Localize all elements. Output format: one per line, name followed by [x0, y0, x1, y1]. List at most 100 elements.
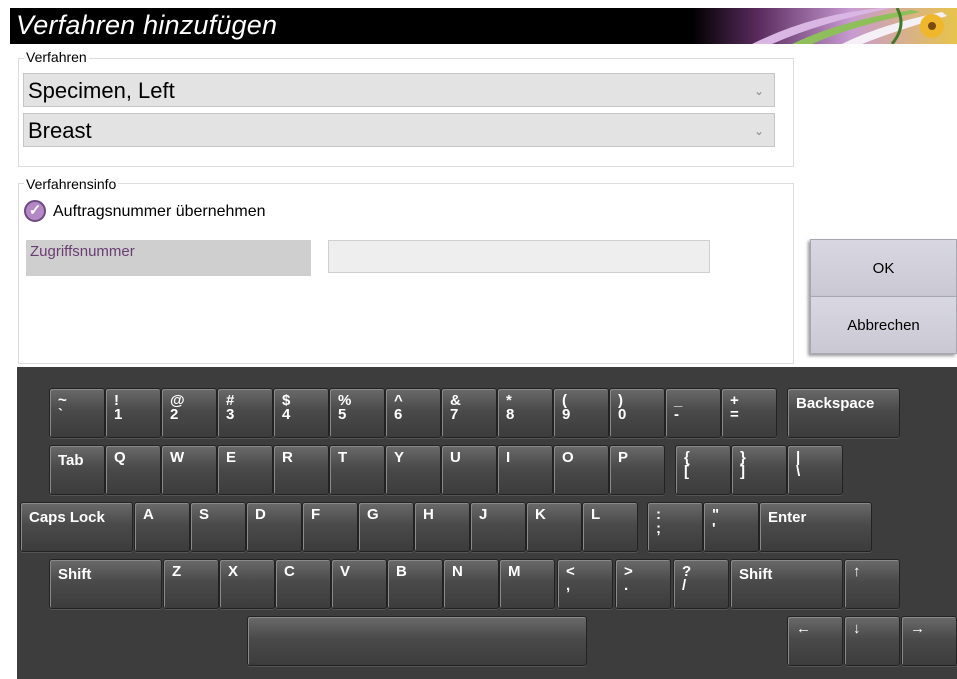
key-shift-symbol: {	[684, 449, 690, 466]
key-base-symbol: 8	[506, 406, 515, 423]
key-d[interactable]: D	[246, 502, 302, 552]
enter-key-label: Enter	[768, 509, 807, 526]
key-p-label: P	[618, 449, 629, 466]
key-d-label: D	[255, 506, 266, 523]
arrow-up-key[interactable]: ↑	[844, 559, 900, 609]
backspace-key-label: Backspace	[796, 395, 875, 412]
key-0[interactable]: ) 0	[609, 388, 665, 438]
key-8[interactable]: * 8	[497, 388, 553, 438]
key-'[interactable]: " '	[703, 502, 759, 552]
key-h[interactable]: H	[414, 502, 470, 552]
key-f[interactable]: F	[302, 502, 358, 552]
key-q[interactable]: Q	[105, 445, 161, 495]
key-b-label: B	[396, 563, 407, 580]
key-n[interactable]: N	[443, 559, 499, 609]
shift-key[interactable]: Shift	[730, 559, 843, 609]
key-4[interactable]: $4	[273, 388, 329, 438]
title-bar: Verfahren hinzufügen	[10, 8, 957, 44]
key-[[interactable]: {[	[675, 445, 731, 495]
chevron-down-icon: ⌄	[753, 124, 764, 138]
key-z[interactable]: Z	[163, 559, 219, 609]
arrow-up-key-label: ↑	[853, 563, 861, 580]
accession-number-input[interactable]	[328, 240, 710, 273]
key-base-symbol: 2	[170, 406, 179, 423]
key-x[interactable]: X	[219, 559, 275, 609]
key-base-symbol: -	[674, 406, 679, 423]
tab-key[interactable]: Tab	[49, 445, 105, 495]
procedure-select[interactable]: Specimen, Left ⌄	[23, 73, 775, 107]
key-base-symbol: '	[712, 520, 716, 537]
key-i[interactable]: I	[497, 445, 553, 495]
key-,[interactable]: <,	[557, 559, 613, 609]
key-j[interactable]: J	[470, 502, 526, 552]
backspace-key[interactable]: Backspace	[787, 388, 900, 438]
key-`[interactable]: ~ `	[49, 388, 105, 438]
key-][interactable]: }]	[731, 445, 787, 495]
key-.[interactable]: >.	[615, 559, 671, 609]
use-order-number-label: Auftragsnummer übernehmen	[53, 203, 266, 220]
enter-key[interactable]: Enter	[759, 502, 872, 552]
key-z-label: Z	[172, 563, 182, 580]
key-c[interactable]: C	[275, 559, 331, 609]
key-c-label: C	[284, 563, 295, 580]
key-y[interactable]: Y	[385, 445, 441, 495]
key-1[interactable]: ! 1	[105, 388, 161, 438]
key-shift-symbol: :	[656, 506, 661, 523]
key-base-symbol: 7	[450, 406, 459, 423]
space-key[interactable]	[247, 616, 587, 666]
key-base-symbol: 9	[562, 406, 571, 423]
arrow-down-key[interactable]: ↓	[844, 616, 900, 666]
key-u-label: U	[450, 449, 461, 466]
shift-key[interactable]: Shift	[49, 559, 162, 609]
key-7[interactable]: & 7	[441, 388, 497, 438]
key-shift-symbol: }	[740, 449, 746, 466]
key-b[interactable]: B	[387, 559, 443, 609]
caps-lock-key-label: Caps Lock	[29, 509, 105, 526]
key-base-symbol: [	[684, 463, 689, 480]
key-/[interactable]: ? /	[673, 559, 729, 609]
key-;[interactable]: :;	[647, 502, 703, 552]
key-t[interactable]: T	[329, 445, 385, 495]
procedure-info-legend: Verfahrensinfo	[24, 176, 119, 192]
ok-button[interactable]: OK	[810, 239, 957, 297]
key-shift-symbol: ~	[58, 392, 67, 409]
key-r[interactable]: R	[273, 445, 329, 495]
key-k[interactable]: K	[526, 502, 582, 552]
key--[interactable]: _ -	[665, 388, 721, 438]
key-3[interactable]: #3	[217, 388, 273, 438]
use-order-number-checkbox[interactable]: ✓	[24, 200, 46, 222]
key-5[interactable]: % 5	[329, 388, 385, 438]
key-a[interactable]: A	[134, 502, 190, 552]
arrow-left-key[interactable]: ←	[787, 616, 843, 666]
key-m-label: M	[508, 563, 521, 580]
caps-lock-key[interactable]: Caps Lock	[20, 502, 133, 552]
tab-key-label: Tab	[58, 452, 84, 469]
key-v[interactable]: V	[331, 559, 387, 609]
key-=[interactable]: + =	[721, 388, 777, 438]
key-9[interactable]: (9	[553, 388, 609, 438]
key-e[interactable]: E	[217, 445, 273, 495]
key-g[interactable]: G	[358, 502, 414, 552]
key-o[interactable]: O	[553, 445, 609, 495]
cancel-button[interactable]: Abbrechen	[810, 296, 957, 354]
key-k-label: K	[535, 506, 546, 523]
key-s[interactable]: S	[190, 502, 246, 552]
key-base-symbol: 5	[338, 406, 347, 423]
key-6[interactable]: ^ 6	[385, 388, 441, 438]
key-base-symbol: 6	[394, 406, 403, 423]
key-2[interactable]: @2	[161, 388, 217, 438]
key-a-label: A	[143, 506, 154, 523]
body-part-select[interactable]: Breast ⌄	[23, 113, 775, 147]
key-base-symbol: 3	[226, 406, 235, 423]
key-l[interactable]: L	[582, 502, 638, 552]
key-p[interactable]: P	[609, 445, 665, 495]
arrow-right-key[interactable]: →	[901, 616, 957, 666]
key-\[interactable]: | \	[787, 445, 843, 495]
key-w[interactable]: W	[161, 445, 217, 495]
checkmark-icon: ✓	[28, 202, 42, 219]
key-o-label: O	[562, 449, 574, 466]
key-m[interactable]: M	[499, 559, 555, 609]
arrow-down-key-label: ↓	[853, 620, 861, 637]
key-base-symbol: /	[682, 577, 687, 594]
key-u[interactable]: U	[441, 445, 497, 495]
